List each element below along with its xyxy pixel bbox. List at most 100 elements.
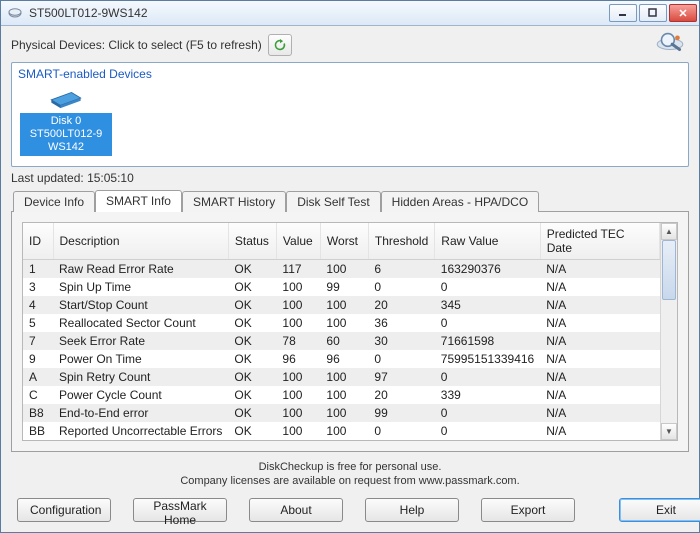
cell-tec: N/A [540,386,659,404]
passmark-home-button[interactable]: PassMark Home [133,498,227,522]
hdd-icon [47,87,85,109]
titlebar: ST500LT012-9WS142 ✕ [1,1,699,26]
cell-worst: 100 [320,314,368,332]
col-value[interactable]: Value [276,223,320,260]
smart-table: ID Description Status Value Worst Thresh… [23,223,660,440]
tab-smart-history[interactable]: SMART History [182,191,286,212]
table-row[interactable]: BBReported Uncorrectable ErrorsOK1001000… [23,422,660,440]
cell-tec: N/A [540,332,659,350]
col-threshold[interactable]: Threshold [368,223,434,260]
cell-worst: 100 [320,296,368,314]
about-button[interactable]: About [249,498,343,522]
configuration-button[interactable]: Configuration [17,498,111,522]
cell-raw: 71661598 [435,332,540,350]
cell-threshold: 0 [368,278,434,296]
cell-id: 4 [23,296,53,314]
cell-threshold: 30 [368,332,434,350]
table-row[interactable]: 7Seek Error RateOK78603071661598N/A [23,332,660,350]
export-button[interactable]: Export [481,498,575,522]
minimize-button[interactable] [609,4,637,22]
tab-disk-self-test[interactable]: Disk Self Test [286,191,380,212]
cell-desc: Power Cycle Count [53,386,228,404]
refresh-button[interactable] [268,34,292,56]
cell-worst: 99 [320,278,368,296]
col-tec-date[interactable]: Predicted TEC Date [540,223,659,260]
tab-smart-info[interactable]: SMART Info [95,190,182,212]
tab-body: ID Description Status Value Worst Thresh… [11,211,689,452]
scroll-thumb[interactable] [662,240,676,300]
device-disk0[interactable]: Disk 0 ST500LT012-9 WS142 [18,83,114,160]
table-row[interactable]: 5Reallocated Sector CountOK100100360N/A [23,314,660,332]
cell-value: 100 [276,386,320,404]
cell-worst: 100 [320,404,368,422]
cell-worst: 96 [320,350,368,368]
tab-strip: Device Info SMART Info SMART History Dis… [13,189,689,211]
cell-status: OK [228,422,276,440]
cell-status: OK [228,386,276,404]
cell-threshold: 36 [368,314,434,332]
device-line2: ST500LT012-9 [22,128,110,141]
cell-raw: 75995151339416 [435,350,540,368]
cell-value: 78 [276,332,320,350]
cell-raw: 345 [435,296,540,314]
tab-hidden-areas[interactable]: Hidden Areas - HPA/DCO [381,191,540,212]
cell-status: OK [228,260,276,279]
cell-threshold: 99 [368,404,434,422]
app-icon [7,5,23,21]
table-row[interactable]: ASpin Retry CountOK100100970N/A [23,368,660,386]
cell-id: C [23,386,53,404]
cell-threshold: 20 [368,296,434,314]
cell-value: 100 [276,314,320,332]
cell-tec: N/A [540,404,659,422]
cell-status: OK [228,332,276,350]
cell-raw: 0 [435,422,540,440]
col-worst[interactable]: Worst [320,223,368,260]
table-row[interactable]: 9Power On TimeOK9696075995151339416N/A [23,350,660,368]
table-row[interactable]: 1Raw Read Error RateOK1171006163290376N/… [23,260,660,279]
scroll-track[interactable] [661,240,677,423]
scroll-up-button[interactable]: ▲ [661,223,677,240]
devices-panel: SMART-enabled Devices Disk 0 ST500LT012-… [11,62,689,167]
physical-devices-label: Physical Devices: Click to select (F5 to… [11,38,262,52]
cell-desc: Reported Uncorrectable Errors [53,422,228,440]
cell-status: OK [228,278,276,296]
col-raw-value[interactable]: Raw Value [435,223,540,260]
cell-tec: N/A [540,296,659,314]
cell-status: OK [228,350,276,368]
button-row: Configuration PassMark Home About Help E… [11,490,689,532]
table-row[interactable]: 3Spin Up TimeOK1009900N/A [23,278,660,296]
help-button[interactable]: Help [365,498,459,522]
table-row[interactable]: 4Start/Stop CountOK10010020345N/A [23,296,660,314]
table-row[interactable]: CPower Cycle CountOK10010020339N/A [23,386,660,404]
cell-raw: 163290376 [435,260,540,279]
col-description[interactable]: Description [53,223,228,260]
tab-device-info[interactable]: Device Info [13,191,95,212]
cell-value: 100 [276,404,320,422]
cell-status: OK [228,296,276,314]
cell-id: BB [23,422,53,440]
cell-value: 100 [276,368,320,386]
cell-threshold: 97 [368,368,434,386]
cell-value: 117 [276,260,320,279]
cell-value: 100 [276,422,320,440]
maximize-button[interactable] [639,4,667,22]
exit-button[interactable]: Exit [619,498,700,522]
cell-worst: 100 [320,422,368,440]
cell-desc: Start/Stop Count [53,296,228,314]
cell-desc: Power On Time [53,350,228,368]
cell-id: 7 [23,332,53,350]
vertical-scrollbar[interactable]: ▲ ▼ [660,223,677,440]
cell-threshold: 0 [368,350,434,368]
close-button[interactable]: ✕ [669,4,697,22]
smart-table-container: ID Description Status Value Worst Thresh… [22,222,678,441]
col-status[interactable]: Status [228,223,276,260]
cell-raw: 0 [435,368,540,386]
cell-threshold: 20 [368,386,434,404]
scroll-down-button[interactable]: ▼ [661,423,677,440]
cell-status: OK [228,404,276,422]
magnify-icon [653,28,687,54]
col-id[interactable]: ID [23,223,53,260]
devices-heading: SMART-enabled Devices [18,67,682,81]
app-window: ST500LT012-9WS142 ✕ Physical Devices: Cl… [0,0,700,533]
table-row[interactable]: B8End-to-End errorOK100100990N/A [23,404,660,422]
